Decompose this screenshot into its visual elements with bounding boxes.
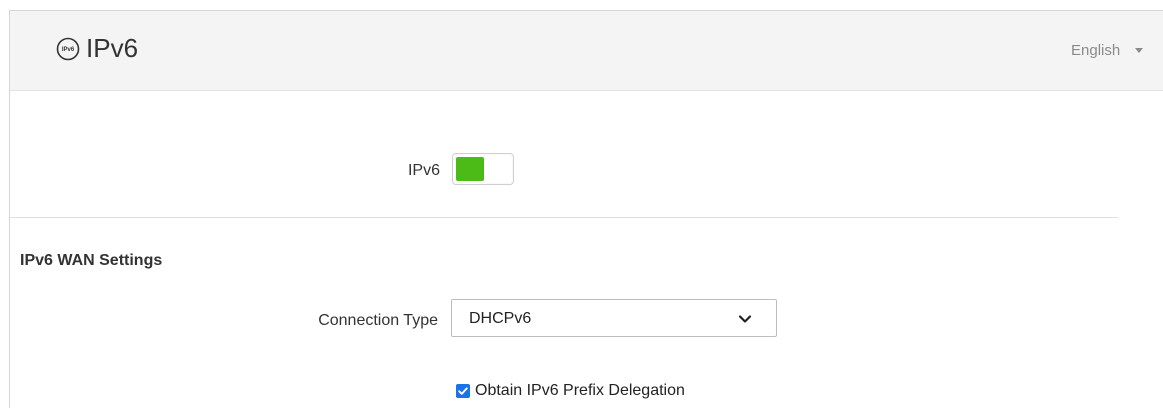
caret-down-icon[interactable] — [1135, 48, 1143, 53]
page-title: IPv6 — [86, 33, 139, 63]
toggle-on-indicator — [456, 157, 484, 181]
ipv6-toggle[interactable] — [452, 153, 514, 185]
prefix-delegation-checkbox[interactable] — [456, 384, 470, 398]
ipv6-icon: IPv6 — [56, 37, 80, 61]
page-header: IPv6 IPv6 English — [10, 11, 1163, 91]
svg-text:IPv6: IPv6 — [62, 47, 75, 53]
connection-type-select[interactable]: DHCPv6 — [451, 299, 777, 337]
section-title: IPv6 WAN Settings — [20, 252, 163, 269]
connection-type-label: Connection Type — [318, 312, 438, 329]
toggle-knob[interactable] — [484, 155, 512, 183]
prefix-delegation-label: Obtain IPv6 Prefix Delegation — [475, 382, 685, 399]
language-selector[interactable]: English — [1071, 42, 1120, 60]
chevron-down-icon — [738, 315, 752, 323]
connection-type-value: DHCPv6 — [469, 310, 532, 327]
ipv6-toggle-label: IPv6 — [407, 162, 440, 179]
checkmark-icon — [458, 387, 468, 395]
divider — [10, 217, 1118, 218]
settings-panel: IPv6 IPv6 English IPv6 IPv6 WAN Settings… — [9, 10, 1163, 408]
